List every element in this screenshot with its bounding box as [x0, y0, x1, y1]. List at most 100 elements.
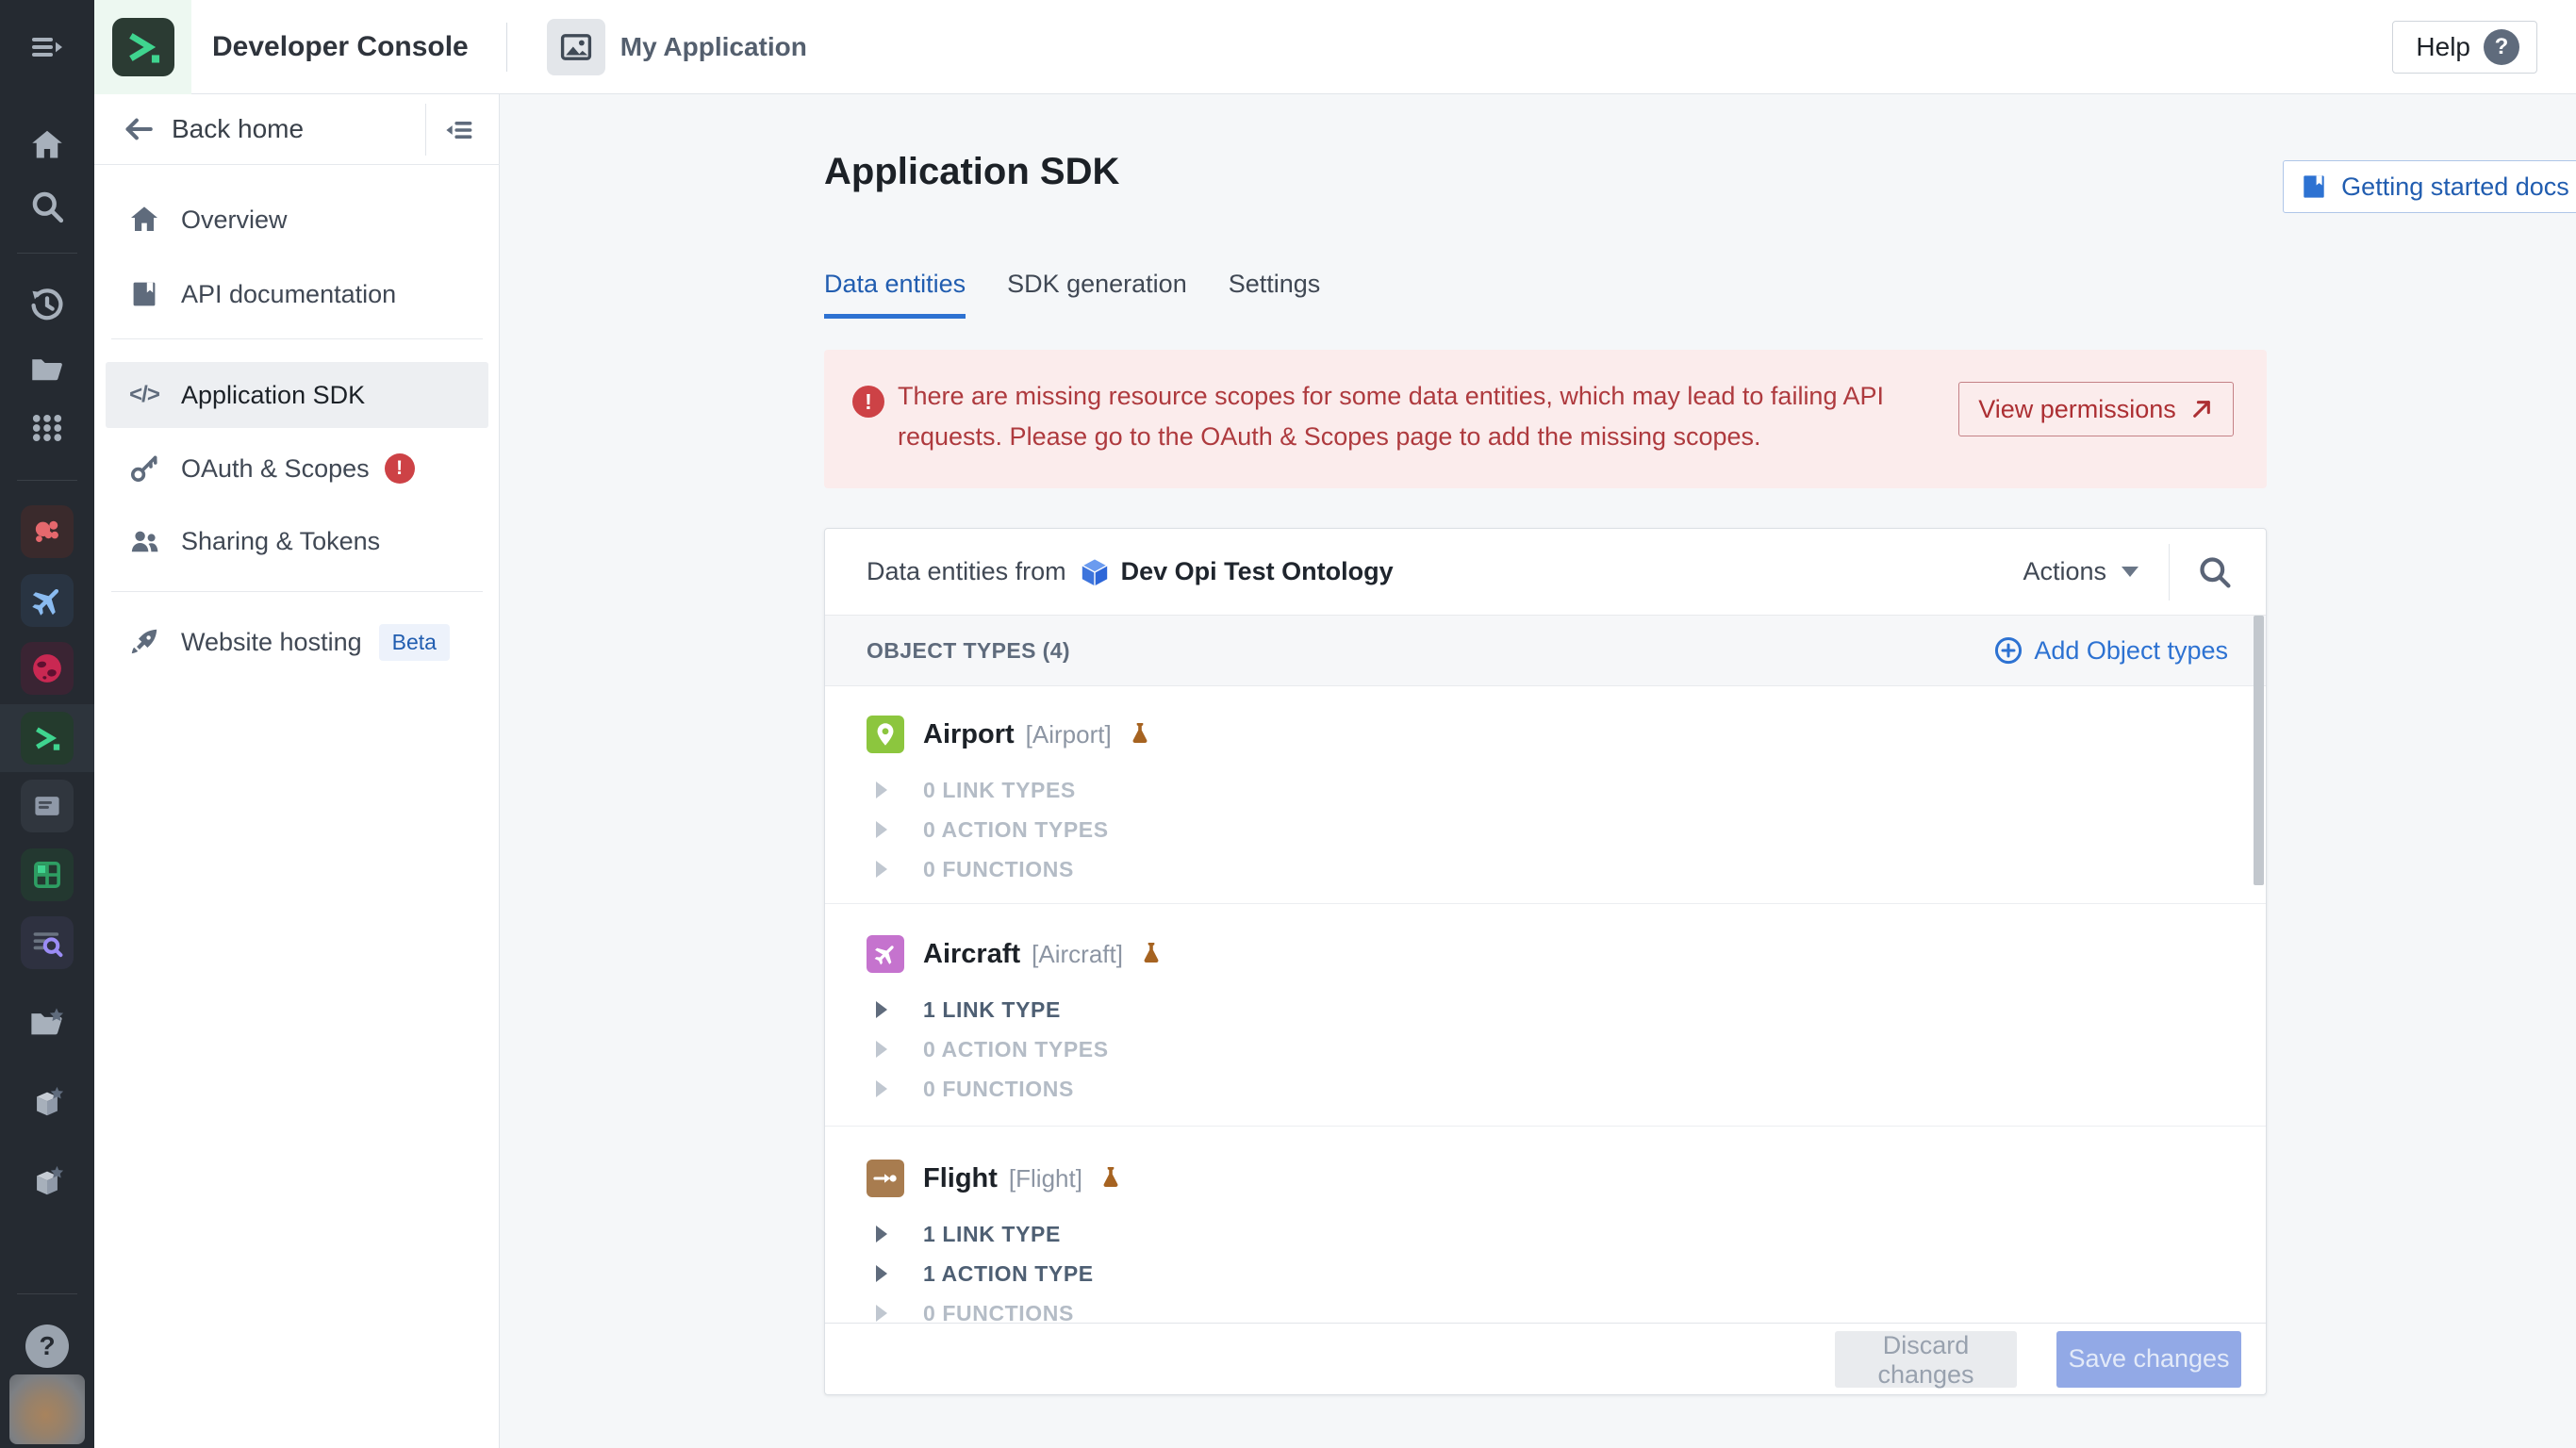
functions-row[interactable]: 0 FUNCTIONS [867, 1293, 2266, 1325]
app-tile-object-search-icon[interactable] [0, 916, 94, 969]
home-icon [128, 205, 160, 235]
history-icon[interactable] [0, 279, 94, 332]
link-types-row[interactable]: 1 LINK TYPE [867, 1214, 2266, 1254]
apps-grid-icon[interactable] [0, 402, 94, 454]
tab-settings[interactable]: Settings [1229, 270, 1321, 319]
experimental-flask-icon [1099, 1165, 1122, 1192]
card-header: Data entities from Dev Opi Test Ontology… [825, 529, 2266, 615]
app-tile-red-blobs-icon[interactable] [0, 505, 94, 558]
warning-text: There are missing resource scopes for so… [898, 376, 1935, 457]
topbar-divider [506, 23, 507, 72]
menu-open-icon[interactable] [0, 23, 94, 72]
app-tile-developer-console-icon[interactable] [0, 712, 94, 765]
manual-icon [128, 279, 160, 309]
app-tile-airplane-icon[interactable] [0, 574, 94, 627]
app-rail: ? [0, 0, 94, 1448]
page-title: Application SDK [824, 151, 1119, 193]
object-name[interactable]: Aircraft [923, 939, 1020, 970]
error-badge-icon: ! [385, 453, 415, 484]
beta-badge: Beta [379, 624, 450, 661]
object-type-list: Airport [Airport] 0 LINK TYPES 0 ACTION … [825, 687, 2266, 1325]
action-types-row[interactable]: 1 ACTION TYPE [867, 1254, 2266, 1293]
code-icon: </> [128, 382, 160, 408]
action-types-row[interactable]: 0 ACTION TYPES [867, 1029, 2266, 1069]
caret-right-icon [876, 1001, 895, 1018]
object-api-name: [Aircraft] [1032, 940, 1123, 969]
sidebar-item-oauth-scopes[interactable]: OAuth & Scopes ! [106, 442, 488, 495]
view-permissions-button[interactable]: View permissions [1958, 382, 2234, 436]
app-tile-green-grid-icon[interactable] [0, 848, 94, 901]
arrow-to-dot-icon [867, 1160, 904, 1197]
help-button[interactable]: Help ? [2392, 21, 2537, 74]
link-types-row[interactable]: 1 LINK TYPE [867, 990, 2266, 1029]
book-icon [2300, 173, 2328, 201]
key-icon [128, 453, 160, 484]
object-types-section-header: OBJECT TYPES (4) Add Object types [825, 615, 2266, 686]
tab-data-entities[interactable]: Data entities [824, 270, 966, 319]
card-footer: Discard changes Save changes [825, 1323, 2266, 1394]
add-object-types-button[interactable]: Add Object types [1994, 636, 2228, 666]
package-star-icon[interactable] [0, 1077, 94, 1129]
sidebar-item-website-hosting[interactable]: Website hosting Beta [106, 616, 488, 668]
data-entities-card: Data entities from Dev Opi Test Ontology… [824, 528, 2267, 1395]
tab-sdk-generation[interactable]: SDK generation [1007, 270, 1187, 319]
rocket-icon [128, 627, 160, 657]
missing-scopes-warning-banner: ! There are missing resource scopes for … [824, 350, 2267, 488]
functions-row[interactable]: 0 FUNCTIONS [867, 1069, 2266, 1109]
folder-open-icon[interactable] [0, 343, 94, 396]
package-star-icon[interactable] [0, 1156, 94, 1209]
app-title: Developer Console [212, 31, 469, 63]
card-header-divider [2169, 544, 2170, 601]
sidebar-item-sharing-tokens[interactable]: Sharing & Tokens [106, 515, 488, 568]
object-name[interactable]: Airport [923, 719, 1015, 750]
action-types-row[interactable]: 0 ACTION TYPES [867, 810, 2266, 849]
error-icon: ! [852, 386, 884, 418]
sidebar-item-api-documentation[interactable]: API documentation [106, 268, 488, 321]
workspace-name[interactable]: My Application [620, 32, 807, 62]
list-scrollbar-thumb[interactable] [2254, 616, 2264, 885]
ontology-name[interactable]: Dev Opi Test Ontology [1121, 557, 1394, 586]
object-api-name: [Airport] [1026, 720, 1112, 749]
functions-row[interactable]: 0 FUNCTIONS [867, 849, 2266, 889]
actions-dropdown[interactable]: Actions [2023, 557, 2106, 586]
experimental-flask-icon [1129, 721, 1151, 748]
collapse-panel-icon[interactable] [438, 111, 479, 149]
object-type-airport: Airport [Airport] 0 LINK TYPES 0 ACTION … [825, 687, 2266, 903]
search-icon[interactable] [0, 180, 94, 233]
people-icon [128, 526, 160, 556]
arrow-top-right-icon [2189, 397, 2214, 421]
back-home-label[interactable]: Back home [172, 114, 304, 144]
developer-console-app: ? Developer Console My Application Help … [0, 0, 2576, 1448]
caret-right-icon [876, 1080, 895, 1097]
app-tile-globe-icon[interactable] [0, 642, 94, 695]
project-folder-star-icon[interactable] [0, 997, 94, 1050]
back-arrow-icon[interactable] [123, 113, 155, 145]
application-image-icon[interactable] [547, 19, 605, 75]
card-header-label: Data entities from [867, 557, 1066, 586]
object-api-name: [Flight] [1009, 1164, 1082, 1193]
search-icon[interactable] [2198, 555, 2232, 589]
user-avatar[interactable] [9, 1374, 85, 1444]
rail-divider [17, 253, 77, 254]
app-nav-panel: Back home Overview API documentation </>… [94, 94, 500, 1448]
top-bar: Developer Console My Application Help ? [94, 0, 2576, 94]
sidebar-item-application-sdk[interactable]: </> Application SDK [106, 362, 488, 428]
app-tile-form-icon[interactable] [0, 780, 94, 832]
save-changes-button[interactable]: Save changes [2056, 1331, 2241, 1388]
developer-console-logo-icon [112, 18, 174, 76]
experimental-flask-icon [1140, 941, 1163, 967]
discard-changes-button[interactable]: Discard changes [1835, 1331, 2017, 1388]
object-types-count-label: OBJECT TYPES (4) [867, 638, 1070, 664]
link-types-row[interactable]: 0 LINK TYPES [867, 770, 2266, 810]
sidebar-item-overview[interactable]: Overview [106, 193, 488, 246]
getting-started-docs-button[interactable]: Getting started docs [2283, 160, 2576, 213]
home-icon[interactable] [0, 119, 94, 172]
chevron-down-icon[interactable] [2122, 567, 2138, 577]
ontology-cube-icon [1080, 557, 1110, 587]
tab-bar: Data entities SDK generation Settings [824, 270, 1320, 319]
airplane-icon [867, 935, 904, 973]
object-name[interactable]: Flight [923, 1163, 998, 1194]
developer-console-logo[interactable] [94, 0, 191, 94]
plus-circle-icon [1994, 636, 2023, 665]
help-icon[interactable]: ? [0, 1325, 94, 1368]
